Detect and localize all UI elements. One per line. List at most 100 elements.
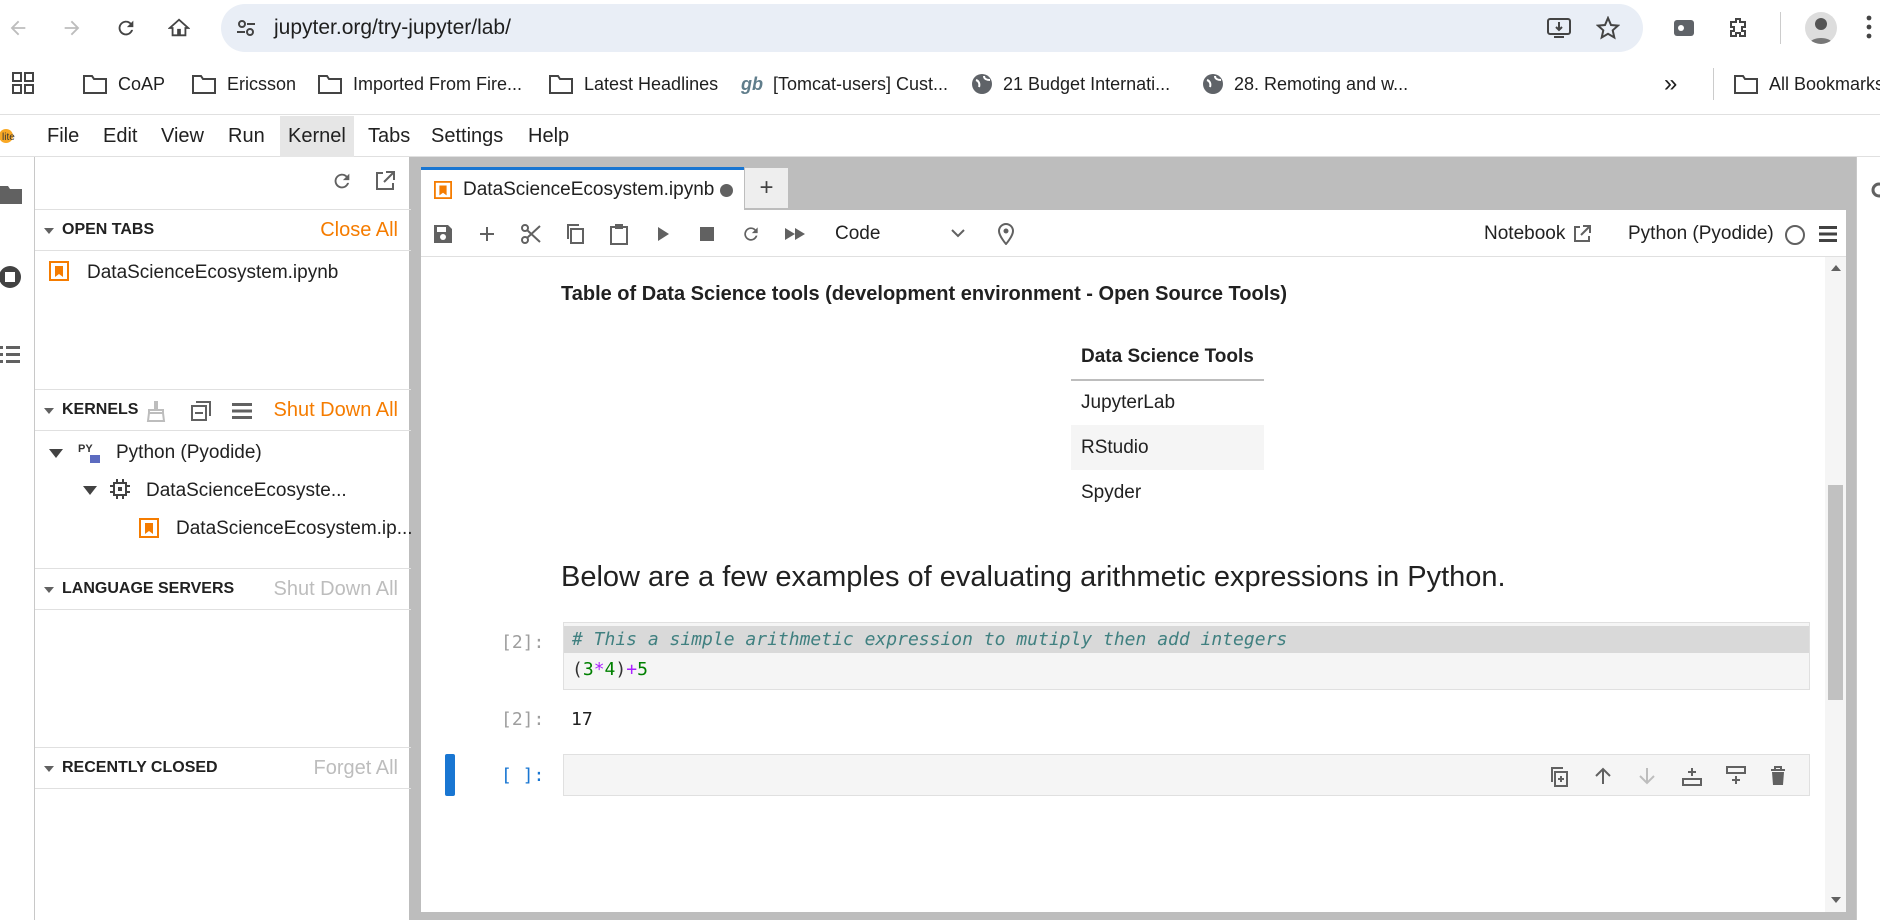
property-inspector-gear-icon[interactable]	[1869, 180, 1880, 200]
stop-icon[interactable]	[695, 222, 719, 246]
expand-caret-icon[interactable]	[49, 449, 63, 458]
bookmark-star-icon[interactable]	[1596, 16, 1620, 40]
apps-grid-icon[interactable]	[11, 71, 35, 95]
unsaved-dot-icon[interactable]	[720, 183, 734, 197]
tab-notebook[interactable]: DataScienceEcosystem.ipynb	[421, 167, 744, 210]
folder-icon	[192, 75, 216, 94]
menu-help[interactable]: Help	[520, 116, 577, 157]
open-tabs-title: OPEN TABS	[62, 221, 155, 238]
copy-icon[interactable]	[563, 222, 587, 246]
kernel-name-button[interactable]: Python (Pyodide)	[1628, 223, 1774, 245]
menu-view[interactable]: View	[153, 116, 212, 157]
open-tab-item[interactable]: DataScienceEcosystem.ipynb	[87, 262, 338, 284]
menu-tabs[interactable]: Tabs	[360, 116, 418, 157]
bookmark-item[interactable]: gb [Tomcat-users] Cust...	[741, 70, 948, 98]
home-icon[interactable]	[163, 12, 195, 44]
empty-code-cell-editor[interactable]	[563, 754, 1810, 796]
menu-kernel[interactable]: Kernel	[280, 116, 354, 157]
collapse-all-icon[interactable]	[190, 400, 212, 422]
duplicate-cell-icon[interactable]	[1549, 766, 1569, 788]
clean-brush-icon[interactable]	[146, 400, 166, 422]
cell-type-dropdown[interactable]: Code	[835, 218, 965, 250]
session-notebook-item[interactable]: DataScienceEcosystem.ip...	[176, 518, 413, 540]
toolbar-menu-icon[interactable]	[1819, 226, 1837, 242]
scroll-down-arrow-icon[interactable]	[1831, 897, 1841, 903]
session-item[interactable]: DataScienceEcosyste...	[146, 480, 347, 502]
browser-menu-icon[interactable]	[1865, 14, 1873, 40]
refresh-icon[interactable]	[331, 170, 353, 192]
open-tabs-section-header[interactable]: OPEN TABS Close All	[35, 209, 411, 251]
back-icon[interactable]	[2, 12, 34, 44]
language-servers-title: LANGUAGE SERVERS	[62, 580, 235, 597]
cut-icon[interactable]	[519, 222, 543, 246]
close-all-button[interactable]: Close All	[320, 219, 398, 242]
scrollbar-thumb[interactable]	[1828, 485, 1843, 700]
file-browser-icon[interactable]	[0, 184, 22, 204]
recently-closed-section-header[interactable]: RECENTLY CLOSED Forget All	[35, 747, 411, 789]
shut-down-all-servers-button[interactable]: Shut Down All	[273, 578, 398, 601]
menu-file[interactable]: File	[39, 116, 87, 157]
code-cell-editor[interactable]: # This a simple arithmetic expression to…	[563, 622, 1810, 690]
all-bookmarks-button[interactable]: All Bookmarks	[1733, 70, 1880, 98]
restart-icon[interactable]	[739, 222, 763, 246]
install-app-icon[interactable]	[1546, 16, 1572, 40]
bookmark-item[interactable]: 28. Remoting and w...	[1202, 70, 1408, 98]
forget-all-button[interactable]: Forget All	[314, 757, 398, 780]
globe-icon	[972, 74, 992, 94]
menu-run[interactable]: Run	[220, 116, 273, 157]
bookmark-item[interactable]: 21 Budget Internati...	[971, 70, 1170, 98]
notebook-scrollbar[interactable]	[1825, 257, 1846, 912]
insert-cell-icon[interactable]	[475, 222, 499, 246]
kernel-item[interactable]: Python (Pyodide)	[116, 442, 262, 464]
running-kernels-icon[interactable]	[0, 264, 24, 290]
new-launcher-button[interactable]: +	[744, 167, 789, 209]
left-activity-bar	[0, 157, 35, 920]
svg-text:PY: PY	[78, 443, 93, 455]
debugger-pin-icon[interactable]	[994, 222, 1018, 246]
jupyter-menubar: lite File Edit View Run Kernel Tabs Sett…	[0, 116, 1880, 157]
table-of-contents-icon[interactable]	[0, 344, 20, 364]
open-in-new-icon[interactable]	[374, 170, 396, 192]
address-bar[interactable]: jupyter.org/try-jupyter/lab/	[221, 4, 1643, 52]
globe-icon	[1203, 74, 1223, 94]
cell-output: 17	[571, 709, 593, 730]
list-view-icon[interactable]	[232, 402, 252, 420]
expand-caret-icon[interactable]	[83, 486, 97, 495]
profile-avatar[interactable]	[1805, 12, 1837, 44]
toolbar-divider	[1780, 12, 1781, 44]
extension-puzzle-app-icon[interactable]	[1672, 16, 1696, 40]
scroll-up-arrow-icon[interactable]	[1831, 265, 1841, 271]
shut-down-all-kernels-button[interactable]: Shut Down All	[273, 399, 398, 422]
site-info-icon[interactable]	[234, 16, 258, 40]
browser-chrome: jupyter.org/try-jupyter/lab/ CoAP Ericss…	[0, 0, 1880, 115]
bookmark-item[interactable]: Ericsson	[191, 70, 296, 98]
delete-cell-icon[interactable]	[1769, 766, 1787, 786]
kernels-section-header[interactable]: KERNELS Shut Down All	[35, 389, 411, 431]
kernel-status-idle-icon	[1785, 225, 1805, 245]
reload-icon[interactable]	[110, 12, 142, 44]
insert-above-icon[interactable]	[1681, 766, 1703, 786]
save-icon[interactable]	[431, 222, 455, 246]
extensions-icon[interactable]	[1726, 16, 1750, 40]
bookmark-item[interactable]: Latest Headlines	[548, 70, 718, 98]
bookmark-item[interactable]: CoAP	[82, 70, 165, 98]
menu-edit[interactable]: Edit	[95, 116, 145, 157]
bookmarks-divider	[1713, 68, 1714, 100]
tools-table: Data Science Tools JupyterLab RStudio Sp…	[1071, 335, 1264, 515]
menu-settings[interactable]: Settings	[423, 116, 511, 157]
paste-icon[interactable]	[607, 222, 631, 246]
chevron-down-icon	[951, 229, 965, 238]
language-servers-section-header[interactable]: LANGUAGE SERVERS Shut Down All	[35, 568, 411, 610]
forward-icon[interactable]	[56, 12, 88, 44]
open-in-notebook-button[interactable]: Notebook	[1484, 223, 1592, 245]
move-down-icon[interactable]	[1637, 766, 1657, 786]
more-bookmarks-button[interactable]: »	[1664, 70, 1677, 98]
run-icon[interactable]	[651, 222, 675, 246]
move-up-icon[interactable]	[1593, 766, 1613, 786]
insert-below-icon[interactable]	[1725, 766, 1747, 786]
bookmark-item[interactable]: Imported From Fire...	[317, 70, 522, 98]
output-prompt: [2]:	[501, 709, 545, 730]
url-text[interactable]: jupyter.org/try-jupyter/lab/	[274, 16, 511, 40]
fast-forward-icon[interactable]	[783, 222, 807, 246]
empty-cell-prompt: [ ]:	[501, 765, 545, 786]
